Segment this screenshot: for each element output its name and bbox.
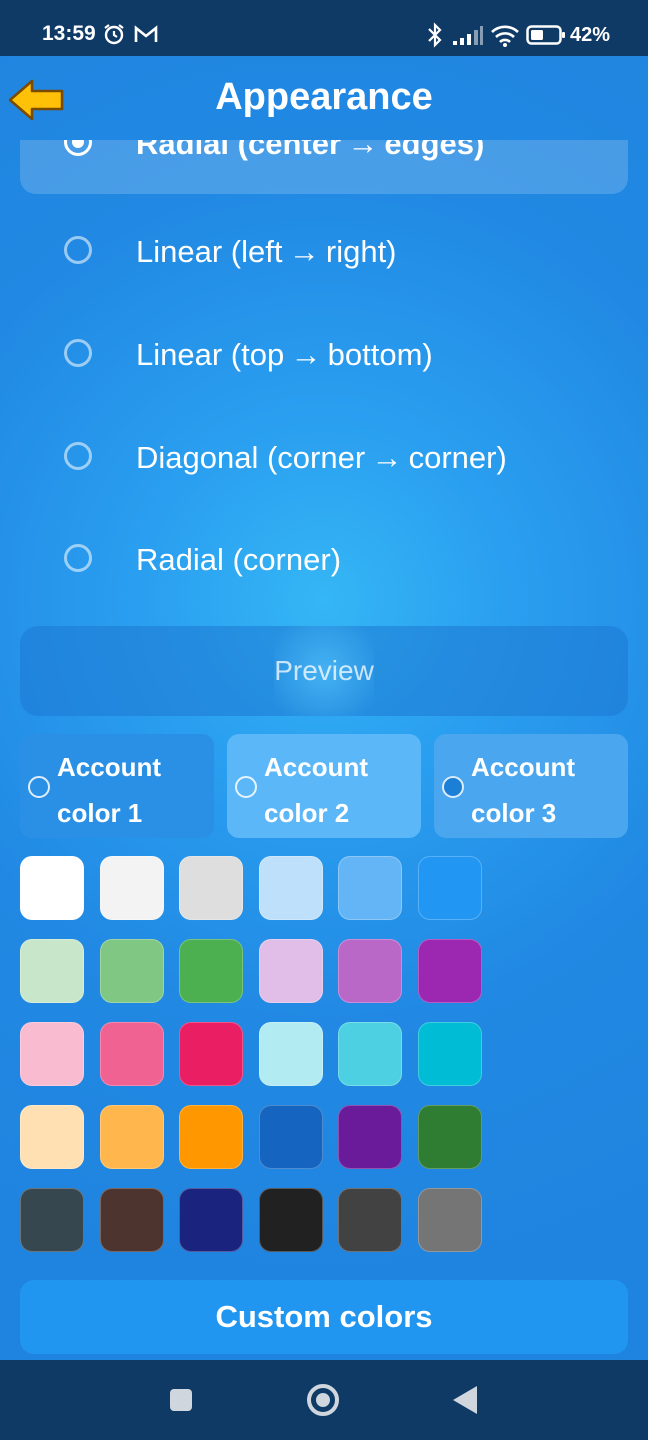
battery-icon	[526, 25, 565, 45]
gradient-option-radial-corner[interactable]: Radial (corner)	[20, 510, 628, 610]
color-swatch[interactable]	[259, 1105, 323, 1169]
color-swatch[interactable]	[179, 1188, 243, 1252]
gradient-option-radial-center[interactable]: Radial (center → edges)	[20, 140, 628, 194]
account-color-1[interactable]: Account color 1	[20, 734, 214, 838]
color-swatch[interactable]	[100, 1105, 164, 1169]
radio-button[interactable]	[28, 776, 50, 798]
preview-box: Preview	[20, 626, 628, 716]
signal-icon	[453, 26, 483, 45]
appearance-content: Radial (center → edges) Linear (left → r…	[0, 140, 648, 1360]
color-swatch[interactable]	[20, 939, 84, 1003]
color-swatch[interactable]	[259, 1188, 323, 1252]
account-color-label-line1: Account	[264, 752, 368, 782]
option-label: Radial (corner)	[136, 542, 342, 577]
gradient-option-linear-left-right[interactable]: Linear (left → right)	[20, 202, 628, 302]
color-swatch[interactable]	[20, 1022, 84, 1086]
custom-colors-button[interactable]: Custom colors	[20, 1280, 628, 1354]
color-swatch[interactable]	[100, 856, 164, 920]
radio-button[interactable]	[235, 776, 257, 798]
color-swatch[interactable]	[259, 1022, 323, 1086]
back-triangle-icon[interactable]	[453, 1386, 477, 1414]
radio-button[interactable]	[64, 339, 92, 367]
option-label: Diagonal (corner → corner)	[136, 440, 507, 475]
color-swatch[interactable]	[338, 856, 402, 920]
color-swatch[interactable]	[20, 856, 84, 920]
radio-button[interactable]	[64, 140, 92, 156]
color-swatch[interactable]	[179, 856, 243, 920]
account-color-2[interactable]: Account color 2	[227, 734, 421, 838]
color-swatch[interactable]	[179, 939, 243, 1003]
alarm-icon	[104, 24, 124, 45]
color-swatch[interactable]	[338, 1105, 402, 1169]
color-swatch[interactable]	[179, 1105, 243, 1169]
option-label: Linear (left → right)	[136, 234, 397, 269]
color-swatch[interactable]	[20, 1105, 84, 1169]
bluetooth-icon	[428, 22, 442, 48]
account-color-label: Account color 1	[57, 744, 207, 836]
status-time: 13:59	[42, 22, 96, 45]
gradient-option-linear-top-bottom[interactable]: Linear (top → bottom)	[20, 305, 628, 405]
recent-apps-icon[interactable]	[170, 1389, 192, 1411]
color-swatch[interactable]	[418, 1105, 482, 1169]
option-label: Radial (center → edges)	[136, 140, 485, 161]
account-color-label: Account color 3	[471, 744, 621, 836]
account-color-label-line2: color 3	[471, 798, 557, 828]
account-color-label-line1: Account	[57, 752, 161, 782]
system-nav-bar	[0, 1360, 648, 1440]
color-swatch[interactable]	[259, 856, 323, 920]
color-swatch[interactable]	[418, 1188, 482, 1252]
preview-label: Preview	[274, 655, 374, 686]
radio-button[interactable]	[442, 776, 464, 798]
color-swatch[interactable]	[418, 1022, 482, 1086]
color-swatch[interactable]	[259, 939, 323, 1003]
account-color-label-line2: color 1	[57, 798, 143, 828]
color-swatch[interactable]	[100, 1022, 164, 1086]
gradient-option-diagonal[interactable]: Diagonal (corner → corner)	[20, 408, 628, 508]
color-swatch[interactable]	[338, 1022, 402, 1086]
option-label: Linear (top → bottom)	[136, 337, 433, 372]
app-header: Appearance	[0, 56, 648, 140]
wifi-icon	[491, 25, 519, 47]
color-swatch[interactable]	[100, 1188, 164, 1252]
account-color-label-line2: color 2	[264, 798, 350, 828]
color-swatch[interactable]	[418, 939, 482, 1003]
color-swatch[interactable]	[20, 1188, 84, 1252]
account-color-3[interactable]: Account color 3	[434, 734, 628, 838]
color-swatch[interactable]	[418, 856, 482, 920]
home-icon[interactable]	[307, 1384, 339, 1416]
radio-button[interactable]	[64, 544, 92, 572]
radio-button[interactable]	[64, 236, 92, 264]
color-swatch[interactable]	[100, 939, 164, 1003]
page-title: Appearance	[215, 76, 433, 118]
status-bar: 13:59 42%	[0, 0, 648, 56]
account-color-label-line1: Account	[471, 752, 575, 782]
color-swatch[interactable]	[338, 1188, 402, 1252]
account-color-label: Account color 2	[264, 744, 414, 836]
color-swatch[interactable]	[179, 1022, 243, 1086]
battery-percentage: 42%	[570, 24, 611, 46]
color-swatch[interactable]	[338, 939, 402, 1003]
gmail-icon	[134, 25, 158, 42]
radio-button[interactable]	[64, 442, 92, 470]
